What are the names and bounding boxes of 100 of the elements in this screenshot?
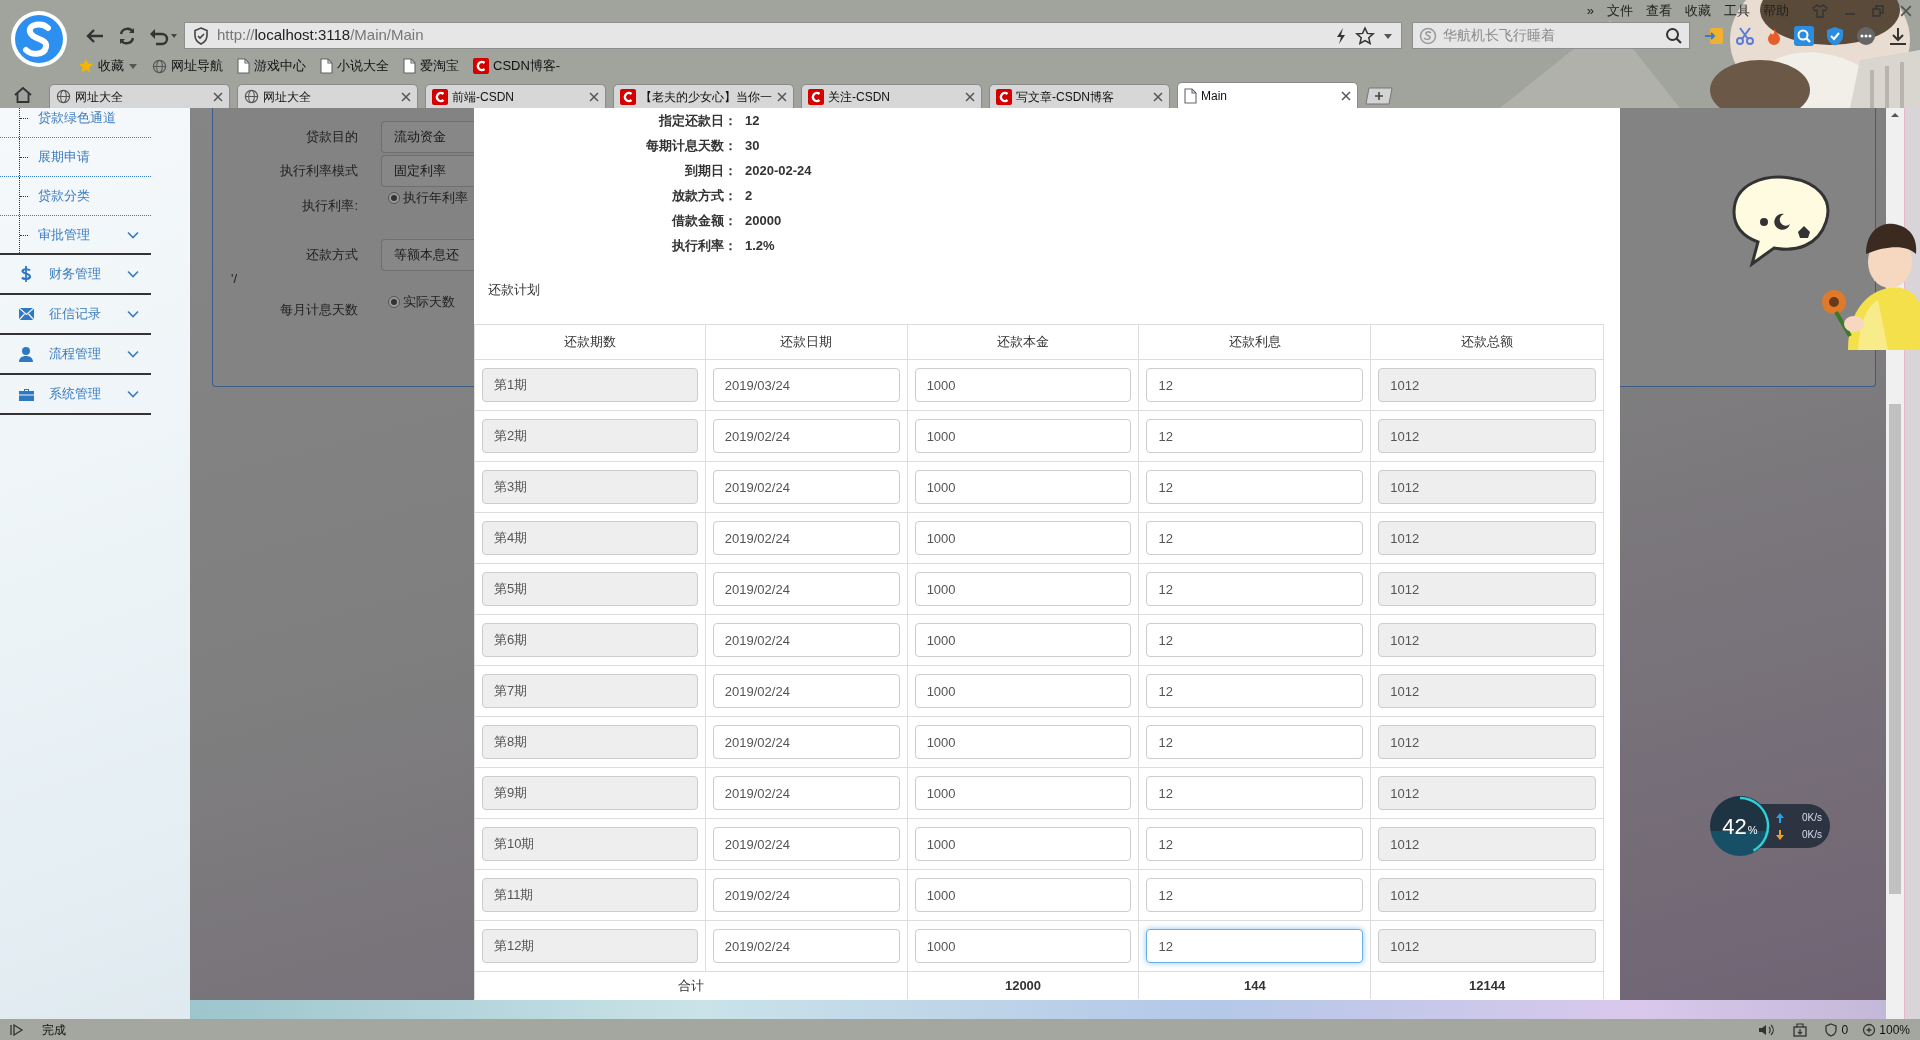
period-field[interactable]: 第9期 bbox=[482, 776, 698, 810]
principal-field[interactable]: 1000 bbox=[914, 419, 1132, 453]
home-icon[interactable] bbox=[13, 86, 33, 104]
period-field[interactable]: 第2期 bbox=[482, 419, 698, 453]
period-field[interactable]: 第5期 bbox=[482, 572, 698, 606]
period-field[interactable]: 第10期 bbox=[482, 827, 698, 861]
principal-field[interactable]: 1000 bbox=[914, 572, 1132, 606]
scrollbar-thumb[interactable] bbox=[1889, 404, 1901, 894]
sidebar-item[interactable]: 展期申请 bbox=[0, 138, 151, 177]
interest-field[interactable]: 12 bbox=[1146, 572, 1364, 606]
sidebar-item[interactable]: 财务管理 bbox=[0, 255, 151, 295]
browser-tab[interactable]: 【老夫的少女心】当你一 bbox=[613, 84, 794, 108]
interest-field[interactable]: 12 bbox=[1146, 725, 1364, 759]
scissors-icon[interactable] bbox=[1736, 26, 1754, 45]
bookmark-link[interactable]: 爱淘宝 bbox=[403, 56, 459, 76]
period-field[interactable]: 第7期 bbox=[482, 674, 698, 708]
browser-tab[interactable]: 网址大全 bbox=[49, 84, 230, 108]
sidebar-item[interactable]: 审批管理 bbox=[0, 216, 151, 255]
principal-field[interactable]: 1000 bbox=[914, 725, 1132, 759]
search-field[interactable]: 华航机长飞行睡着 bbox=[1443, 25, 1659, 46]
principal-field[interactable]: 1000 bbox=[914, 776, 1132, 810]
close-icon[interactable] bbox=[589, 91, 599, 102]
date-field[interactable]: 2019/02/24 bbox=[712, 776, 900, 810]
ad-block-button[interactable]: 0 bbox=[1823, 1020, 1849, 1039]
total-field[interactable]: 1012 bbox=[1378, 623, 1596, 657]
close-icon[interactable] bbox=[401, 91, 411, 102]
interest-field[interactable]: 12 bbox=[1146, 929, 1364, 963]
period-field[interactable]: 第4期 bbox=[482, 521, 698, 555]
browser-logo-icon[interactable] bbox=[10, 10, 68, 68]
period-field[interactable]: 第8期 bbox=[482, 725, 698, 759]
date-field[interactable]: 2019/02/24 bbox=[712, 929, 900, 963]
browser-tab[interactable]: Main bbox=[1177, 82, 1358, 108]
bookmark-star-icon[interactable] bbox=[1355, 25, 1375, 46]
total-field[interactable]: 1012 bbox=[1378, 878, 1596, 912]
menu-item[interactable]: 收藏 bbox=[1685, 2, 1711, 20]
bookmark-link[interactable]: 游戏中心 bbox=[237, 56, 306, 76]
date-field[interactable]: 2019/02/24 bbox=[712, 827, 900, 861]
principal-field[interactable]: 1000 bbox=[914, 521, 1132, 555]
interest-field[interactable]: 12 bbox=[1146, 521, 1364, 555]
sidebar-item[interactable]: 贷款绿色通道 bbox=[0, 108, 151, 138]
browser-tab[interactable]: 前端-CSDN bbox=[425, 84, 606, 108]
interest-field[interactable]: 12 bbox=[1146, 368, 1364, 402]
download-icon[interactable] bbox=[1888, 25, 1908, 46]
period-field[interactable]: 第3期 bbox=[482, 470, 698, 504]
total-field[interactable]: 1012 bbox=[1378, 572, 1596, 606]
download-tray-icon[interactable] bbox=[1791, 1022, 1808, 1037]
period-field[interactable]: 第6期 bbox=[482, 623, 698, 657]
principal-field[interactable]: 1000 bbox=[914, 878, 1132, 912]
date-field[interactable]: 2019/03/24 bbox=[712, 368, 900, 402]
date-field[interactable]: 2019/02/24 bbox=[712, 470, 900, 504]
menu-item[interactable]: » bbox=[1586, 2, 1594, 20]
magnifier-icon[interactable] bbox=[1794, 25, 1814, 46]
date-field[interactable]: 2019/02/24 bbox=[712, 623, 900, 657]
flame-icon[interactable] bbox=[1766, 26, 1782, 45]
total-field[interactable]: 1012 bbox=[1378, 929, 1596, 963]
period-field[interactable]: 第1期 bbox=[482, 368, 698, 402]
date-field[interactable]: 2019/02/24 bbox=[712, 521, 900, 555]
speaker-icon[interactable] bbox=[1757, 1022, 1774, 1037]
zoom-button[interactable]: 100% bbox=[1862, 1020, 1910, 1039]
date-field[interactable]: 2019/02/24 bbox=[712, 674, 900, 708]
close-icon[interactable] bbox=[777, 91, 787, 102]
total-field[interactable]: 1012 bbox=[1378, 470, 1596, 504]
address-bar[interactable]: http://localhost:3118/Main/Main bbox=[184, 22, 1402, 49]
select-field[interactable]: 固定利率 bbox=[381, 155, 475, 187]
date-field[interactable]: 2019/02/24 bbox=[712, 725, 900, 759]
caret-icon[interactable] bbox=[1383, 31, 1393, 40]
total-field[interactable]: 1012 bbox=[1378, 419, 1596, 453]
menu-item[interactable]: 文件 bbox=[1607, 2, 1633, 20]
search-bar[interactable]: 华航机长飞行睡着 bbox=[1412, 22, 1690, 49]
search-icon[interactable] bbox=[1665, 26, 1683, 45]
total-field[interactable]: 1012 bbox=[1378, 725, 1596, 759]
total-field[interactable]: 1012 bbox=[1378, 674, 1596, 708]
interest-field[interactable]: 12 bbox=[1146, 470, 1364, 504]
sidebar-item[interactable]: 系统管理 bbox=[0, 375, 151, 415]
browser-tab[interactable]: 写文章-CSDN博客 bbox=[989, 84, 1170, 108]
bookmark-link[interactable]: 小说大全 bbox=[320, 56, 389, 76]
radio-button[interactable] bbox=[388, 191, 400, 204]
bookmark-link[interactable]: CSDN博客- bbox=[473, 56, 561, 76]
period-field[interactable]: 第11期 bbox=[482, 878, 698, 912]
more-icon[interactable] bbox=[1856, 25, 1876, 46]
select-field[interactable]: 流动资金 bbox=[381, 121, 475, 153]
menu-item[interactable]: 查看 bbox=[1646, 2, 1672, 20]
principal-field[interactable]: 1000 bbox=[914, 623, 1132, 657]
menu-item[interactable]: 工具 bbox=[1724, 2, 1750, 20]
lightning-icon[interactable] bbox=[1335, 26, 1347, 45]
browser-tab[interactable]: 关注-CSDN bbox=[801, 84, 982, 108]
interest-field[interactable]: 12 bbox=[1146, 623, 1364, 657]
sidebar-item[interactable]: 征信记录 bbox=[0, 295, 151, 335]
shield-icon[interactable] bbox=[1826, 25, 1844, 46]
close-icon[interactable] bbox=[213, 91, 223, 102]
close-icon[interactable] bbox=[1900, 5, 1912, 17]
close-icon[interactable] bbox=[1341, 90, 1351, 101]
date-field[interactable]: 2019/02/24 bbox=[712, 419, 900, 453]
interest-field[interactable]: 12 bbox=[1146, 878, 1364, 912]
total-field[interactable]: 1012 bbox=[1378, 368, 1596, 402]
principal-field[interactable]: 1000 bbox=[914, 470, 1132, 504]
date-field[interactable]: 2019/02/24 bbox=[712, 878, 900, 912]
close-icon[interactable] bbox=[1153, 91, 1163, 102]
date-field[interactable]: 2019/02/24 bbox=[712, 572, 900, 606]
total-field[interactable]: 1012 bbox=[1378, 776, 1596, 810]
